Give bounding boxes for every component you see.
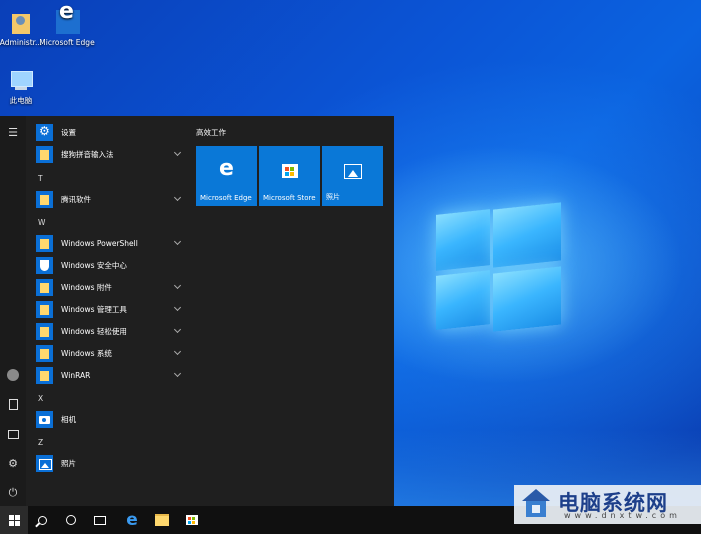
- taskbar-store-button[interactable]: [178, 506, 206, 534]
- shield-icon: [36, 256, 53, 274]
- chevron-down-icon: [173, 237, 182, 246]
- chevron-down-icon: [173, 193, 182, 202]
- app-settings[interactable]: ⚙ 设置: [36, 122, 186, 142]
- computer-icon: [8, 68, 34, 94]
- app-label: Windows 附件: [61, 282, 112, 292]
- app-photos[interactable]: 照片: [36, 453, 186, 473]
- chevron-down-icon: [173, 148, 182, 157]
- app-label: Windows PowerShell: [61, 238, 138, 248]
- windows-logo-wallpaper: [430, 200, 570, 335]
- app-label: Windows 管理工具: [61, 304, 127, 314]
- user-folder-icon: [8, 10, 34, 36]
- app-sogou-input[interactable]: 搜狗拼音输入法: [36, 144, 186, 164]
- house-logo-icon: [520, 489, 552, 519]
- app-label: Windows 系统: [61, 348, 112, 358]
- pictures-icon[interactable]: [5, 426, 21, 442]
- cortana-icon: [66, 515, 76, 525]
- edge-icon: e: [219, 156, 234, 181]
- search-button[interactable]: [28, 506, 56, 534]
- app-windows-powershell[interactable]: Windows PowerShell: [36, 233, 186, 253]
- user-avatar-icon[interactable]: [5, 367, 21, 383]
- search-icon: [34, 515, 47, 527]
- hamburger-menu-icon[interactable]: ☰: [5, 124, 21, 140]
- app-windows-system[interactable]: Windows 系统: [36, 343, 186, 363]
- letter-header-t[interactable]: T: [38, 174, 43, 183]
- cortana-button[interactable]: [57, 506, 85, 534]
- app-label: 相机: [61, 414, 76, 424]
- edge-icon: e: [54, 1, 80, 36]
- watermark-url: www.dnxtw.com: [564, 511, 681, 520]
- start-rail: ☰ ⚙ ⏻: [0, 116, 26, 506]
- taskbar-file-explorer-button[interactable]: [148, 506, 176, 534]
- start-button[interactable]: [0, 506, 28, 534]
- folder-icon: [36, 278, 53, 296]
- app-label: Windows 安全中心: [61, 260, 127, 270]
- documents-icon[interactable]: [5, 396, 21, 412]
- chevron-down-icon: [173, 281, 182, 290]
- app-label: Windows 轻松使用: [61, 326, 127, 336]
- desktop-icon-edge[interactable]: e Microsoft Edge: [38, 1, 96, 48]
- folder-icon: [36, 234, 53, 252]
- app-label: 照片: [61, 458, 76, 468]
- edge-icon: e: [126, 510, 138, 530]
- photos-icon: [36, 454, 53, 472]
- app-windows-ease-of-access[interactable]: Windows 轻松使用: [36, 321, 186, 341]
- power-icon[interactable]: ⏻: [5, 485, 21, 501]
- desktop-icon-label: Microsoft Edge: [39, 38, 95, 47]
- letter-header-z[interactable]: Z: [38, 438, 43, 447]
- task-view-icon: [94, 515, 106, 525]
- tile-microsoft-edge[interactable]: e Microsoft Edge: [196, 146, 257, 206]
- store-icon: [281, 164, 298, 178]
- tile-group-title: 高效工作: [196, 128, 226, 137]
- chevron-down-icon: [173, 369, 182, 378]
- app-winrar[interactable]: WinRAR: [36, 365, 186, 385]
- tile-label: 照片: [326, 193, 340, 201]
- app-windows-admin-tools[interactable]: Windows 管理工具: [36, 299, 186, 319]
- app-tencent-software[interactable]: 腾讯软件: [36, 189, 186, 209]
- app-label: WinRAR: [61, 370, 91, 380]
- letter-header-x[interactable]: X: [38, 394, 43, 403]
- app-label: 搜狗拼音输入法: [61, 149, 114, 159]
- taskbar-edge-button[interactable]: e: [118, 506, 146, 534]
- app-windows-accessories[interactable]: Windows 附件: [36, 277, 186, 297]
- tile-label: Microsoft Edge: [200, 194, 252, 202]
- settings-gear-icon[interactable]: ⚙: [5, 455, 21, 471]
- folder-icon: [36, 190, 53, 208]
- chevron-down-icon: [173, 347, 182, 356]
- desktop-icon-label: 此电脑: [9, 96, 33, 105]
- file-explorer-icon: [155, 514, 169, 526]
- watermark: 电脑系统网 www.dnxtw.com: [514, 485, 701, 524]
- tile-photos[interactable]: 照片: [322, 146, 383, 206]
- app-label: 腾讯软件: [61, 194, 91, 204]
- chevron-down-icon: [173, 325, 182, 334]
- folder-icon: [36, 322, 53, 340]
- folder-icon: [36, 300, 53, 318]
- folder-icon: [36, 366, 53, 384]
- tile-label: Microsoft Store: [263, 194, 316, 202]
- app-label: 设置: [61, 127, 76, 137]
- start-menu: ☰ ⚙ ⏻ ⚙ 设置 搜狗拼音输入法 T 腾讯软件 W Windows Powe…: [0, 116, 394, 506]
- task-view-button[interactable]: [86, 506, 114, 534]
- camera-icon: [36, 410, 53, 428]
- store-icon: [186, 515, 198, 525]
- chevron-down-icon: [173, 303, 182, 312]
- app-windows-security[interactable]: Windows 安全中心: [36, 255, 186, 275]
- letter-header-w[interactable]: W: [38, 218, 45, 227]
- desktop[interactable]: Administr... e Microsoft Edge 此电脑 ☰ ⚙ ⏻ …: [0, 0, 701, 506]
- folder-icon: [36, 344, 53, 362]
- tile-microsoft-store[interactable]: Microsoft Store: [259, 146, 320, 206]
- desktop-icon-this-pc[interactable]: 此电脑: [0, 68, 50, 105]
- start-icon: [8, 514, 20, 526]
- app-camera[interactable]: 相机: [36, 409, 186, 429]
- gear-icon: ⚙: [36, 123, 53, 141]
- photos-icon: [343, 164, 362, 179]
- folder-icon: [36, 145, 53, 163]
